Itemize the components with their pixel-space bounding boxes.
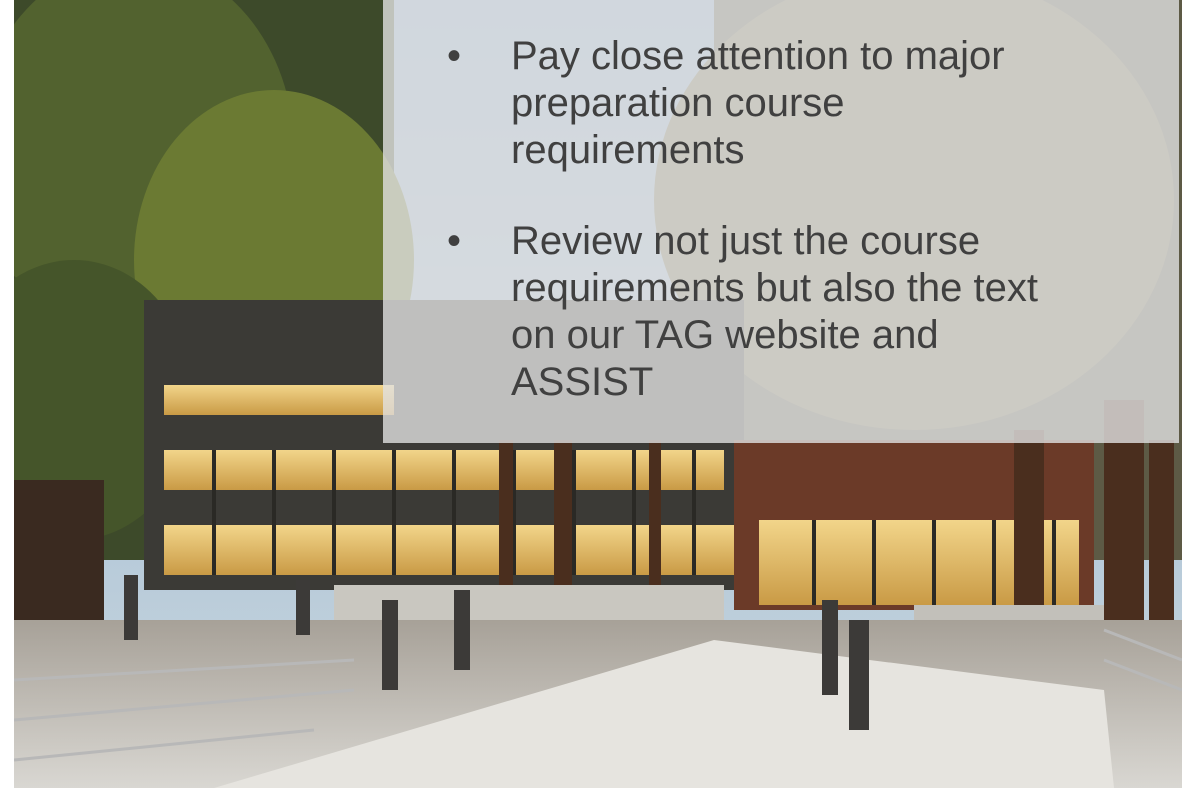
bullet-text: Review not just the course requirements … xyxy=(511,219,1038,404)
text-overlay-panel: • Pay close attention to major preparati… xyxy=(383,0,1179,443)
bullet-marker: • xyxy=(447,34,462,78)
bullet-item: • Review not just the course requirement… xyxy=(447,218,1087,406)
bullet-item: • Pay close attention to major preparati… xyxy=(447,33,1087,174)
bullet-marker: • xyxy=(447,219,462,263)
slide: • Pay close attention to major preparati… xyxy=(0,0,1186,788)
bullet-text: Pay close attention to major preparation… xyxy=(511,34,1005,172)
